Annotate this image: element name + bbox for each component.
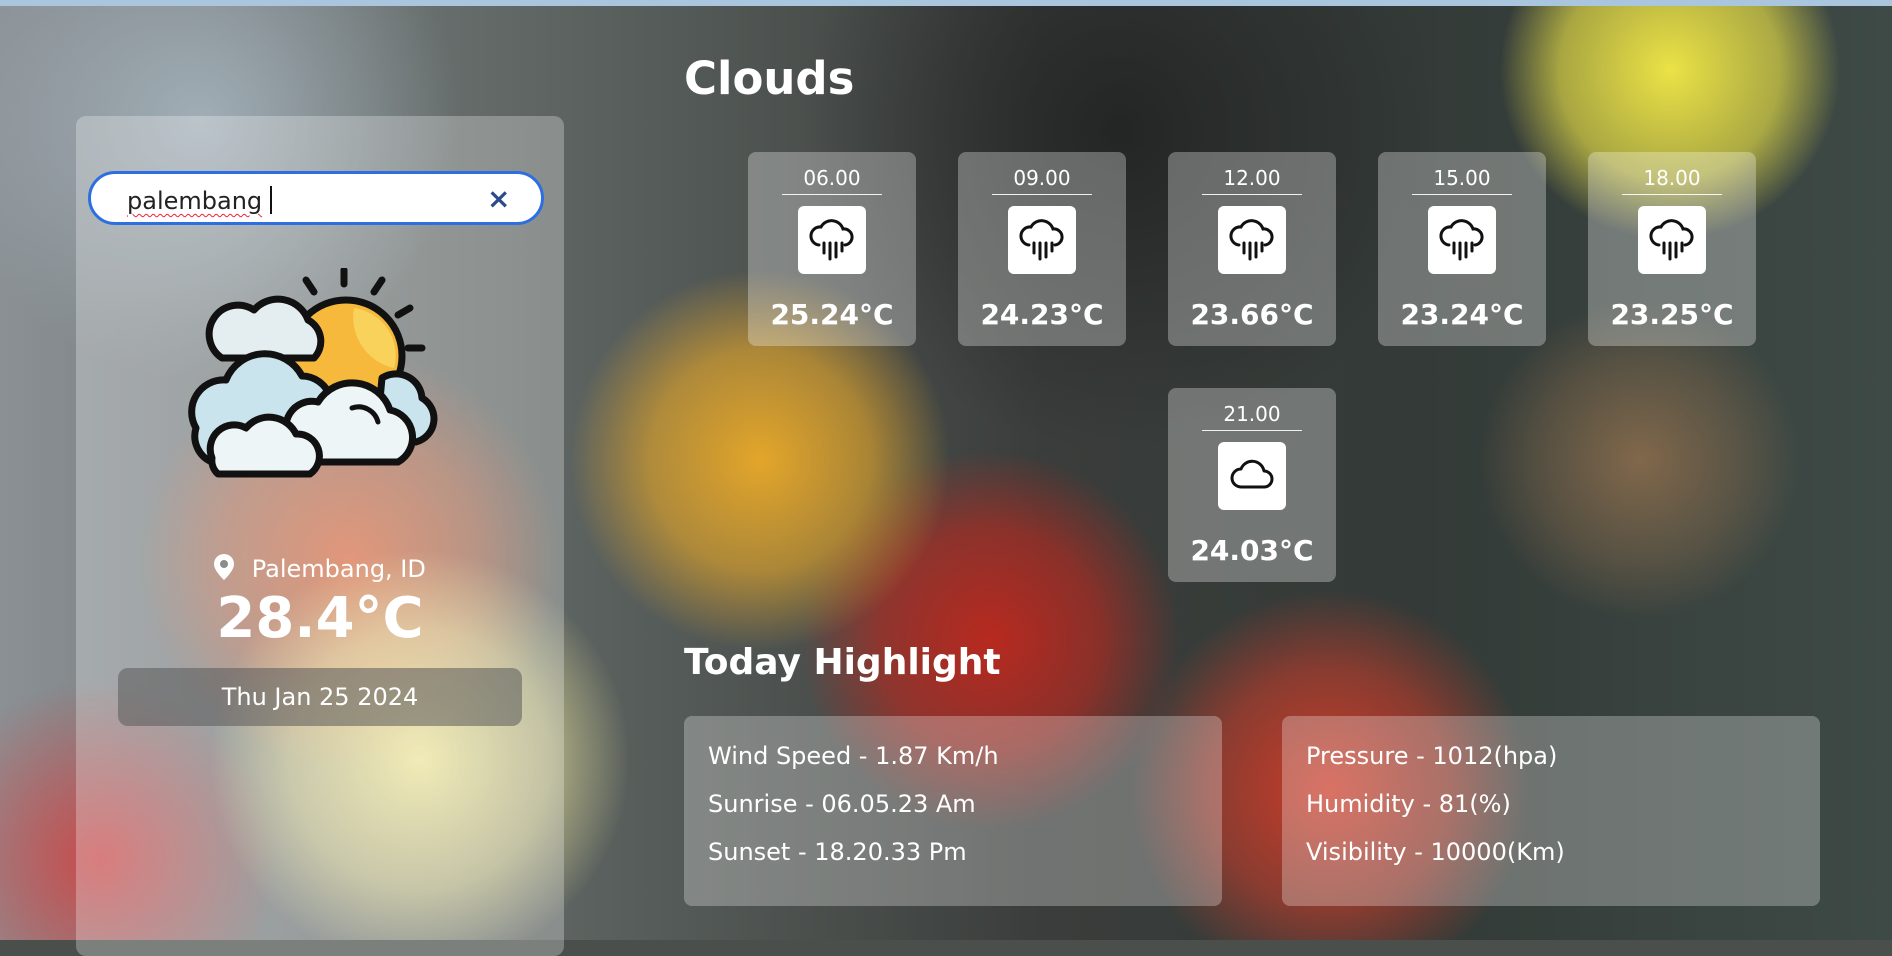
forecast-card: 12.00 23.66°C <box>1168 152 1336 346</box>
location: Palembang, ID <box>76 554 564 583</box>
forecast-time: 21.00 <box>1202 402 1302 431</box>
sunset: Sunset - 18.20.33 Pm <box>708 838 967 866</box>
current-date: Thu Jan 25 2024 <box>118 668 522 726</box>
forecast-temperature: 23.66°C <box>1190 298 1314 331</box>
forecast-time: 12.00 <box>1202 166 1302 195</box>
forecast-card: 09.00 24.23°C <box>958 152 1126 346</box>
condition-title: Clouds <box>684 52 855 105</box>
location-label: Palembang, ID <box>251 555 426 583</box>
visibility: Visibility - 10000(Km) <box>1306 838 1565 866</box>
current-weather-sidebar: palembang × Palembang, ID 28.4°C Thu Jan… <box>76 116 564 956</box>
forecast-card: 06.00 25.24°C <box>748 152 916 346</box>
forecast-time: 09.00 <box>992 166 1092 195</box>
forecast-temperature: 23.25°C <box>1610 298 1734 331</box>
highlight-panel-right: Pressure - 1012(hpa) Humidity - 81(%) Vi… <box>1282 716 1820 906</box>
wind-speed: Wind Speed - 1.87 Km/h <box>708 742 999 770</box>
cloud-icon <box>1218 442 1286 510</box>
clear-search-button[interactable]: × <box>487 182 510 215</box>
search-input-value[interactable]: palembang <box>127 187 262 215</box>
search-input[interactable]: palembang × <box>88 171 544 225</box>
forecast-temperature: 25.24°C <box>770 298 894 331</box>
sunrise: Sunrise - 06.05.23 Am <box>708 790 976 818</box>
forecast-card: 18.00 23.25°C <box>1588 152 1756 346</box>
location-pin-icon <box>214 554 235 580</box>
forecast-card: 21.00 24.03°C <box>1168 388 1336 582</box>
rain-cloud-icon <box>1428 206 1496 274</box>
highlight-panel-left: Wind Speed - 1.87 Km/h Sunrise - 06.05.2… <box>684 716 1222 906</box>
forecast-temperature: 24.23°C <box>980 298 1104 331</box>
partly-cloudy-sun-icon <box>188 268 438 478</box>
forecast-time: 06.00 <box>782 166 882 195</box>
rain-cloud-icon <box>1008 206 1076 274</box>
rain-cloud-icon <box>798 206 866 274</box>
highlight-title: Today Highlight <box>684 642 1001 683</box>
forecast-card: 15.00 23.24°C <box>1378 152 1546 346</box>
window-top-edge <box>0 0 1892 6</box>
forecast-time: 18.00 <box>1622 166 1722 195</box>
text-caret <box>270 186 272 214</box>
pressure: Pressure - 1012(hpa) <box>1306 742 1558 770</box>
forecast-temperature: 24.03°C <box>1190 534 1314 567</box>
forecast-temperature: 23.24°C <box>1400 298 1524 331</box>
rain-cloud-icon <box>1218 206 1286 274</box>
current-temperature: 28.4°C <box>216 586 424 651</box>
forecast-time: 15.00 <box>1412 166 1512 195</box>
humidity: Humidity - 81(%) <box>1306 790 1511 818</box>
rain-cloud-icon <box>1638 206 1706 274</box>
